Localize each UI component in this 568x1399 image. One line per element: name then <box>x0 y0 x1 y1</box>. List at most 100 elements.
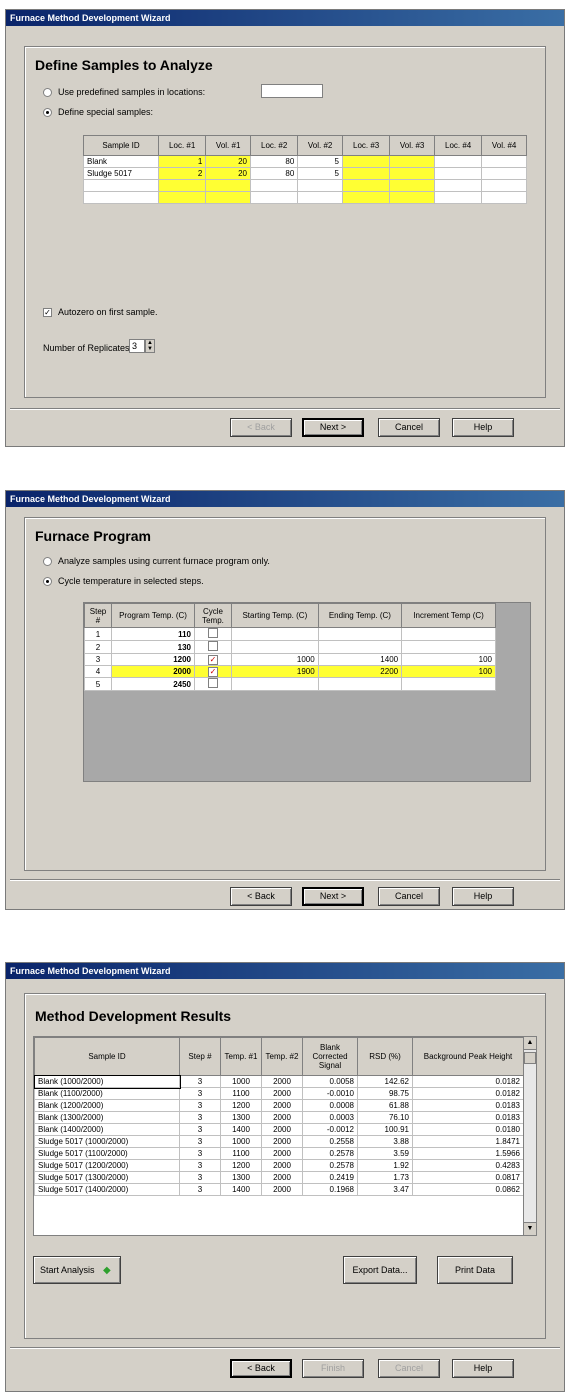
cell-start[interactable] <box>231 677 319 691</box>
cell-end[interactable]: 2200 <box>317 665 403 678</box>
cell[interactable]: 80 <box>249 155 299 168</box>
cell-step[interactable]: 3 <box>84 653 112 666</box>
checkbox-icon[interactable] <box>208 628 218 638</box>
cell[interactable] <box>481 155 527 168</box>
cell[interactable] <box>389 191 435 204</box>
table-row[interactable]: 1 110 <box>84 627 496 641</box>
cell-sample-id[interactable]: Sludge 5017 (1000/2000) <box>34 1135 180 1148</box>
cell-sample-id[interactable]: Sludge 5017 (1100/2000) <box>34 1147 180 1160</box>
cell[interactable]: 0.0003 <box>302 1111 358 1124</box>
cell-prog[interactable]: 110 <box>111 627 195 641</box>
cell[interactable]: 5 <box>297 167 343 180</box>
table-row[interactable]: Blank (1100/2000) 3 1100 2000 -0.0010 98.75 0.… <box>34 1087 524 1100</box>
cell-step[interactable]: 5 <box>84 677 112 691</box>
cell[interactable]: 20 <box>205 167 251 180</box>
table-row[interactable]: Blank (1300/2000) 3 1300 2000 0.0003 76.10 0.0… <box>34 1111 524 1124</box>
cell[interactable]: 1100 <box>220 1087 262 1100</box>
next-button[interactable]: Next > <box>302 418 364 437</box>
cell[interactable]: 1200 <box>220 1099 262 1112</box>
cell[interactable] <box>341 167 391 180</box>
help-button[interactable]: Help <box>452 1359 514 1378</box>
cell[interactable] <box>481 191 527 204</box>
cell-start[interactable]: 1000 <box>231 653 319 666</box>
table-row[interactable]: Sludge 5017 (1400/2000) 3 1400 2000 0.1968 3.… <box>34 1183 524 1196</box>
cell[interactable]: 3.88 <box>357 1135 413 1148</box>
cell[interactable]: 80 <box>249 167 299 180</box>
cell[interactable]: 3 <box>179 1075 221 1088</box>
cell[interactable]: 3 <box>179 1183 221 1196</box>
cancel-button[interactable]: Cancel <box>378 1359 440 1378</box>
scroll-thumb[interactable] <box>524 1052 536 1064</box>
table-row[interactable]: 3 1200 ✓ 1000 1400 100 <box>84 653 496 666</box>
cell[interactable]: 2000 <box>261 1123 303 1136</box>
replicates-input[interactable]: 3 <box>129 339 145 353</box>
cell[interactable]: 2000 <box>261 1099 303 1112</box>
cell-prog[interactable]: 130 <box>111 640 195 654</box>
cell-inc[interactable] <box>401 677 496 691</box>
cell[interactable]: 3 <box>179 1159 221 1172</box>
help-button[interactable]: Help <box>452 887 514 906</box>
replicates-stepper[interactable]: 3 ▲ ▼ <box>129 339 155 353</box>
cell[interactable]: 0.0008 <box>302 1099 358 1112</box>
start-analysis-button[interactable]: Start Analysis ◆ <box>33 1256 121 1284</box>
cell[interactable] <box>481 167 527 180</box>
radio-current-furnace-program[interactable]: Analyze samples using current furnace pr… <box>43 556 270 566</box>
cell[interactable]: 0.1968 <box>302 1183 358 1196</box>
table-row[interactable] <box>83 179 527 192</box>
cell-prog[interactable]: 2000 <box>111 665 195 678</box>
cell[interactable]: 3 <box>179 1135 221 1148</box>
cell-end[interactable]: 1400 <box>317 653 403 666</box>
cell[interactable]: 2000 <box>261 1159 303 1172</box>
cell[interactable] <box>341 191 391 204</box>
cell[interactable] <box>341 179 391 192</box>
cell[interactable]: 1200 <box>220 1159 262 1172</box>
cell-sample-id[interactable]: Blank (1100/2000) <box>34 1087 180 1100</box>
cycle-checkbox-cell[interactable] <box>194 627 232 641</box>
cell[interactable] <box>433 191 483 204</box>
cell[interactable]: 2000 <box>261 1171 303 1184</box>
cell[interactable]: 0.0817 <box>412 1171 524 1184</box>
cell[interactable]: 76.10 <box>357 1111 413 1124</box>
table-row[interactable]: 4 2000 ✓ 1900 2200 100 <box>84 665 496 678</box>
cell[interactable]: 61.88 <box>357 1099 413 1112</box>
cycle-checkbox-cell[interactable] <box>194 640 232 654</box>
cell[interactable] <box>297 179 343 192</box>
cell[interactable]: 1 <box>157 155 207 168</box>
checkbox-icon[interactable] <box>208 678 218 688</box>
cell[interactable] <box>157 179 207 192</box>
cell[interactable] <box>433 179 483 192</box>
cell-end[interactable] <box>317 640 403 654</box>
cell-start[interactable] <box>231 640 319 654</box>
cell-step[interactable]: 2 <box>84 640 112 654</box>
cell[interactable]: 0.2558 <box>302 1135 358 1148</box>
cell[interactable]: 1100 <box>220 1147 262 1160</box>
cell[interactable]: 0.0182 <box>412 1075 524 1088</box>
cell-start[interactable] <box>231 627 319 641</box>
cell-sample-id[interactable]: Blank (1000/2000) <box>34 1074 181 1089</box>
table-row[interactable]: Sludge 5017 (1300/2000) 3 1300 2000 0.2419 1.… <box>34 1171 524 1184</box>
cell[interactable]: 1.73 <box>357 1171 413 1184</box>
cell[interactable]: -0.0012 <box>302 1123 358 1136</box>
cell-inc[interactable] <box>401 627 496 641</box>
cell[interactable]: 0.0183 <box>412 1099 524 1112</box>
help-button[interactable]: Help <box>452 418 514 437</box>
cell[interactable]: 2000 <box>261 1075 303 1088</box>
cell[interactable]: 2000 <box>261 1183 303 1196</box>
export-data-button[interactable]: Export Data... <box>343 1256 417 1284</box>
cell[interactable]: 2 <box>157 167 207 180</box>
cell-step[interactable]: 4 <box>84 665 112 678</box>
radio-button[interactable] <box>43 556 52 566</box>
print-data-button[interactable]: Print Data <box>437 1256 513 1284</box>
cell[interactable] <box>389 179 435 192</box>
cell[interactable] <box>297 191 343 204</box>
autozero-checkbox[interactable]: ✓ Autozero on first sample. <box>43 307 158 317</box>
radio-cycle-temperature[interactable]: Cycle temperature in selected steps. <box>43 576 204 586</box>
cell[interactable]: 100.91 <box>357 1123 413 1136</box>
cell-sample-id[interactable] <box>83 191 159 204</box>
cell[interactable] <box>205 179 251 192</box>
cell[interactable] <box>249 179 299 192</box>
cell[interactable]: 2000 <box>261 1087 303 1100</box>
back-button[interactable]: < Back <box>230 418 292 437</box>
cell[interactable] <box>433 155 483 168</box>
cell[interactable]: 3 <box>179 1087 221 1100</box>
